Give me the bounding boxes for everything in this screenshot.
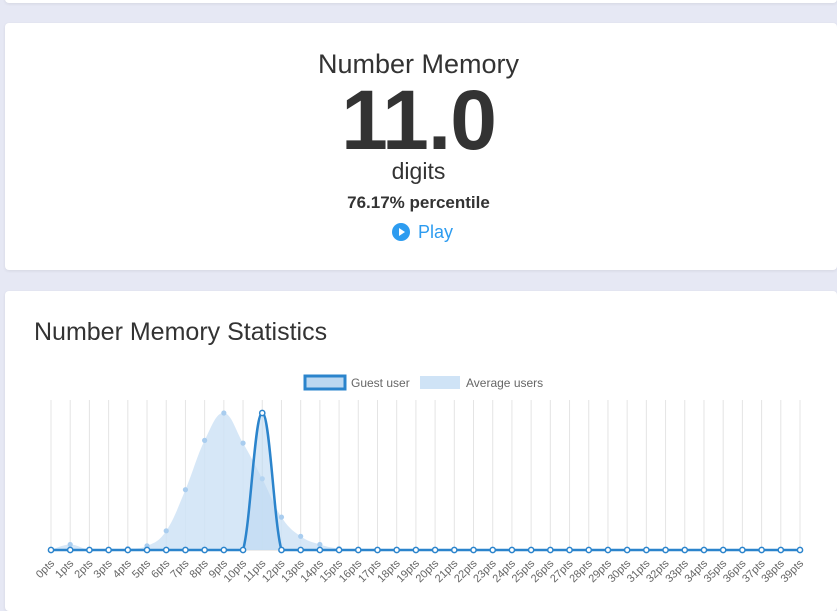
guest-user-point bbox=[681, 546, 689, 554]
percentile-text: 76.17% percentile bbox=[347, 193, 490, 212]
guest-user-point bbox=[719, 546, 727, 554]
average-users-point bbox=[202, 437, 208, 443]
guest-user-point bbox=[105, 546, 112, 554]
chart-legend: Guest user Average users bbox=[303, 374, 543, 391]
guest-user-point bbox=[297, 546, 305, 554]
guest-user-point bbox=[335, 546, 343, 554]
guest-user-point bbox=[66, 546, 74, 554]
average-users-point bbox=[163, 528, 169, 534]
guest-user-point bbox=[739, 546, 746, 554]
guest-user-line bbox=[50, 411, 800, 552]
chart-grid bbox=[50, 400, 801, 551]
guest-user-point bbox=[47, 546, 55, 554]
average-users-point bbox=[221, 410, 227, 416]
x-tick-label: 4pts bbox=[111, 557, 135, 581]
guest-user-point bbox=[431, 546, 439, 554]
guest-user-point bbox=[162, 546, 170, 554]
x-tick-label: 8pts bbox=[188, 557, 212, 581]
top-card bbox=[5, 0, 837, 3]
x-axis-ticks: 0pts1pts2pts3pts4pts5pts6pts7pts8pts9pts… bbox=[34, 557, 807, 585]
x-tick-label: 6pts bbox=[149, 557, 173, 581]
guest-user-point bbox=[182, 546, 189, 554]
guest-user-point bbox=[316, 546, 324, 554]
guest-user-point bbox=[220, 546, 228, 554]
average-users-point bbox=[240, 440, 246, 446]
score-value: 11.0 bbox=[341, 73, 497, 167]
guest-user-point bbox=[124, 546, 132, 554]
guest-user-point bbox=[86, 546, 93, 554]
guest-user-point bbox=[643, 546, 650, 554]
average-users-point bbox=[182, 487, 189, 493]
guest-user-point bbox=[777, 546, 785, 554]
statistics-heading: Number Memory Statistics bbox=[34, 318, 328, 346]
x-tick-label: 1pts bbox=[53, 557, 77, 581]
guest-user-point bbox=[412, 546, 420, 554]
guest-user-point bbox=[527, 546, 535, 554]
x-tick-label: 7pts bbox=[168, 557, 192, 581]
chart-areas bbox=[47, 409, 804, 554]
guest-user-point bbox=[470, 546, 477, 554]
guest-user-point bbox=[258, 409, 266, 417]
guest-user-point bbox=[585, 546, 593, 554]
guest-user-point bbox=[278, 546, 285, 554]
guest-user-point bbox=[508, 546, 516, 554]
x-tick-label: 0pts bbox=[34, 557, 58, 581]
guest-user-point bbox=[758, 546, 765, 554]
x-tick-label: 39pts bbox=[779, 557, 807, 585]
play-button[interactable]: Play bbox=[392, 220, 453, 244]
x-tick-label: 3pts bbox=[92, 557, 116, 581]
guest-user-point bbox=[700, 546, 708, 554]
x-tick-label: 5pts bbox=[130, 557, 154, 581]
guest-user-point bbox=[239, 546, 247, 554]
guest-user-point bbox=[354, 546, 362, 554]
x-tick-label: 2pts bbox=[72, 557, 96, 581]
play-circle-icon bbox=[392, 223, 410, 241]
legend-swatch-guest bbox=[303, 374, 347, 391]
guest-user-point bbox=[604, 546, 612, 554]
guest-user-point bbox=[546, 546, 554, 554]
legend-swatch-average bbox=[420, 376, 460, 389]
guest-user-area bbox=[51, 413, 800, 550]
guest-user-point bbox=[201, 546, 208, 554]
average-users-point bbox=[298, 533, 304, 539]
play-label: Play bbox=[418, 221, 454, 242]
guest-user-point bbox=[662, 546, 669, 554]
guest-user-point bbox=[566, 546, 573, 554]
guest-user-point bbox=[393, 546, 401, 554]
legend-label-average: Average users bbox=[466, 376, 543, 390]
guest-user-point bbox=[143, 546, 151, 554]
distribution-chart: Guest user Average users 0pts1pts2pts3pts… bbox=[34, 374, 807, 585]
average-users-point bbox=[317, 541, 323, 548]
average-users-point bbox=[67, 541, 73, 548]
guest-user-point bbox=[796, 546, 804, 554]
guest-user-point bbox=[489, 546, 497, 554]
guest-user-point bbox=[450, 546, 458, 554]
legend-label-guest: Guest user bbox=[351, 376, 410, 390]
guest-user-point bbox=[374, 546, 381, 554]
average-users-point bbox=[278, 514, 285, 520]
average-users-area bbox=[51, 412, 800, 550]
guest-user-point bbox=[623, 546, 631, 554]
score-unit: digits bbox=[391, 158, 446, 184]
